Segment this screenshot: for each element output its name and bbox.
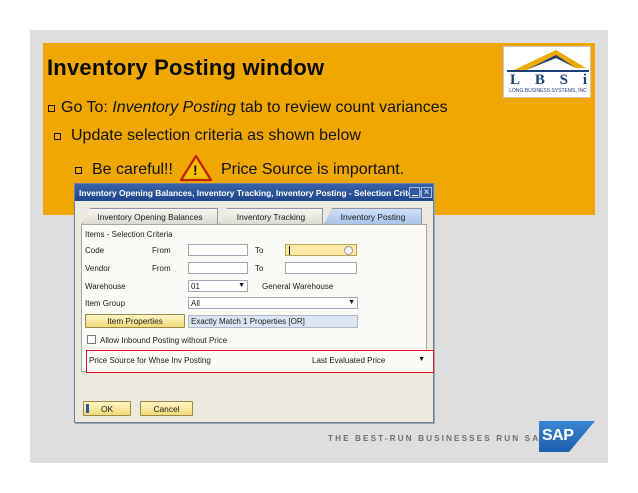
bullet-text-suffix: tab to review count variances [235, 99, 448, 116]
sap-tagline: THE BEST-RUN BUSINESSES RUN SAP [328, 434, 548, 443]
bullet-update-criteria: Update selection criteria as shown below [54, 127, 361, 145]
code-from-input[interactable] [188, 244, 248, 256]
bullet-text-after: Price Source is important. [220, 161, 405, 178]
bullet-text-before: Be careful!! [92, 161, 173, 178]
code-from-label: From [152, 246, 171, 255]
close-button[interactable]: × [421, 187, 432, 198]
sap-logo-text: SAP [542, 427, 574, 444]
item-properties-button[interactable]: Item Properties [85, 314, 185, 328]
bullet-go-to: Go To: Inventory Posting tab to review c… [48, 99, 448, 117]
code-to-input[interactable] [285, 244, 357, 256]
window-titlebar[interactable]: Inventory Opening Balances, Inventory Tr… [75, 184, 433, 201]
minimize-icon [411, 195, 418, 196]
minimize-button[interactable] [409, 187, 420, 198]
window-title: Inventory Opening Balances, Inventory Tr… [79, 188, 423, 198]
logo-subtitle: LONG BUSINESS SYSTEMS, INC [509, 88, 587, 94]
price-source-label: Price Source for Whse Inv Posting [89, 356, 211, 365]
warehouse-select[interactable]: 01 ▼ [188, 280, 248, 292]
bullet-be-careful: Be careful!! ! Price Source is important… [75, 154, 405, 184]
slide-title: Inventory Posting window [47, 55, 325, 80]
logo-letter: L [510, 72, 522, 88]
bullet-square-icon [75, 166, 82, 174]
section-title: Items - Selection Criteria [85, 230, 173, 239]
logo-letter: S [559, 72, 569, 88]
lookup-icon[interactable] [344, 246, 353, 255]
bullet-text-italic: Inventory Posting [112, 99, 236, 116]
tab-inventory-tracking[interactable]: Inventory Tracking [219, 208, 323, 224]
cancel-button[interactable]: Cancel [140, 401, 193, 416]
vendor-label: Vendor [85, 264, 111, 273]
tab-inventory-opening-balances[interactable]: Inventory Opening Balances [82, 208, 218, 224]
chevron-down-icon: ▼ [418, 356, 425, 363]
price-source-value: Last Evaluated Price [312, 356, 386, 365]
vendor-to-input[interactable] [285, 262, 357, 274]
logo-letter: B [534, 72, 546, 88]
sap-logo: SAP [539, 421, 595, 452]
warehouse-name: General Warehouse [262, 282, 334, 291]
item-group-label: Item Group [85, 299, 126, 308]
code-to-label: To [255, 246, 264, 255]
price-source-highlight: Price Source for Whse Inv Posting Last E… [86, 350, 434, 373]
selection-criteria-window: Inventory Opening Balances, Inventory Tr… [74, 183, 434, 423]
vendor-from-label: From [152, 264, 171, 273]
chevron-down-icon: ▼ [238, 282, 245, 289]
warehouse-value: 01 [191, 282, 200, 291]
warning-icon: ! [179, 154, 213, 182]
chevron-down-icon: ▼ [348, 299, 355, 306]
ok-button[interactable]: OK [83, 401, 131, 416]
logo-letter: i [582, 72, 588, 88]
bullet-square-icon [48, 104, 55, 112]
item-group-value: All [191, 299, 200, 308]
text-cursor [289, 246, 290, 255]
logo-letters: L B S i [510, 72, 588, 89]
lbsi-logo: L B S i LONG BUSINESS SYSTEMS, INC [503, 46, 591, 98]
warning-icon-glyph: ! [192, 162, 198, 178]
vendor-from-input[interactable] [188, 262, 248, 274]
tab-inventory-posting[interactable]: Inventory Posting [324, 208, 422, 224]
code-label: Code [85, 246, 105, 255]
warehouse-label: Warehouse [85, 282, 126, 291]
bullet-square-icon [54, 132, 61, 140]
allow-inbound-label: Allow Inbound Posting without Price [100, 336, 228, 345]
vendor-to-label: To [255, 264, 264, 273]
item-group-select[interactable]: All ▼ [188, 297, 358, 309]
bullet-text-prefix: Go To: [61, 99, 113, 116]
item-properties-value: Exactly Match 1 Properties [OR] [188, 315, 358, 328]
bullet-text: Update selection criteria as shown below [71, 127, 361, 144]
selection-criteria-panel: Items - Selection Criteria Code From To … [81, 224, 434, 373]
price-source-select[interactable]: Last Evaluated Price ▼ [310, 355, 427, 367]
close-icon: × [423, 187, 430, 198]
allow-inbound-checkbox[interactable] [87, 335, 96, 344]
